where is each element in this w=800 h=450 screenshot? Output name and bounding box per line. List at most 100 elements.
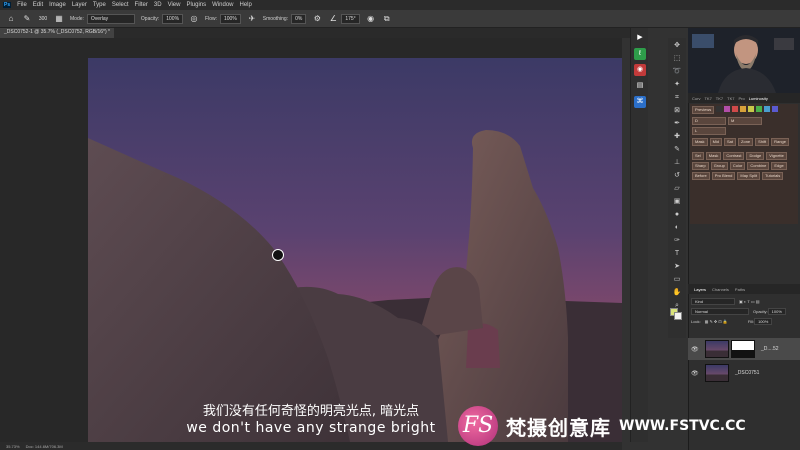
frame-tool-icon[interactable]: ⊠ xyxy=(672,106,682,116)
vignette-button[interactable]: Vignette xyxy=(766,152,787,160)
document-tab[interactable]: _DSC0752-1 @ 35.7% (_DSC0752, RGB/16*) * xyxy=(0,28,114,38)
play-icon[interactable]: ▶ xyxy=(634,32,646,44)
blur-icon[interactable]: ● xyxy=(672,210,682,220)
rectangle-tool-icon[interactable]: ▭ xyxy=(672,275,682,285)
edge-button[interactable]: Edge xyxy=(771,162,787,170)
history-icon[interactable]: ▤ xyxy=(634,80,646,92)
tab-luminosity[interactable]: Luminosity xyxy=(749,96,768,101)
menu-image[interactable]: Image xyxy=(49,2,66,8)
mode-select[interactable]: Overlay xyxy=(86,13,135,24)
previews-button[interactable]: Previews xyxy=(692,106,715,114)
menu-plugins[interactable]: Plugins xyxy=(186,2,206,8)
stamp-icon[interactable]: ⊥ xyxy=(672,158,682,168)
tab-layers[interactable]: Layers xyxy=(694,287,706,292)
color-swatches[interactable] xyxy=(670,308,682,320)
tab-channels[interactable]: Channels xyxy=(712,287,729,292)
layer-fill-field[interactable]: 100% xyxy=(754,317,773,325)
menu-filter[interactable]: Filter xyxy=(135,2,148,8)
tab-tk7-b[interactable]: TK7 xyxy=(716,96,723,101)
mask-button[interactable]: Mask xyxy=(692,138,708,146)
eraser-icon[interactable]: ▱ xyxy=(672,184,682,194)
menu-file[interactable]: File xyxy=(17,2,27,8)
lasso-tool-icon[interactable]: ➰ xyxy=(672,67,682,77)
brush-icon[interactable]: ✎ xyxy=(672,145,682,155)
layer-mask-thumbnail[interactable] xyxy=(731,340,755,358)
brush-size-preset[interactable]: 300 xyxy=(38,14,48,24)
lights-button[interactable]: L xyxy=(692,127,726,135)
tab-tk7-c[interactable]: TK7 xyxy=(727,96,734,101)
eyedropper-icon[interactable]: ✒ xyxy=(672,119,682,129)
angle-field[interactable]: 175° xyxy=(341,13,360,24)
layer-row[interactable]: 👁 _DSC0751 xyxy=(688,362,800,384)
swatch-dark[interactable] xyxy=(716,106,723,112)
crop-tool-icon[interactable]: ⌗ xyxy=(672,93,682,103)
menu-view[interactable]: View xyxy=(168,2,181,8)
pressure-size-icon[interactable]: ◉ xyxy=(366,14,376,24)
group-button[interactable]: Group xyxy=(710,162,728,170)
pro-blend-button[interactable]: Pro Blend xyxy=(711,172,736,180)
tab-paths[interactable]: Paths xyxy=(735,287,745,292)
path-select-icon[interactable]: ➤ xyxy=(672,262,682,272)
shift-button[interactable]: Shift xyxy=(755,138,770,146)
before-button[interactable]: Before xyxy=(692,172,710,180)
mids-button[interactable]: M xyxy=(728,117,762,125)
combine-button[interactable]: Combine xyxy=(747,162,770,170)
healing-brush-icon[interactable]: ✚ xyxy=(672,132,682,142)
angle-icon[interactable]: ∠ xyxy=(328,14,338,24)
quick-select-icon[interactable]: ✦ xyxy=(672,80,682,90)
home-icon[interactable]: ⌂ xyxy=(6,14,16,24)
swatch-yellow[interactable] xyxy=(748,106,755,112)
flow-field[interactable]: 100% xyxy=(220,13,241,24)
visibility-eye-icon[interactable]: 👁 xyxy=(691,346,701,353)
darks-button[interactable]: D xyxy=(692,117,726,125)
range-button[interactable]: Range xyxy=(771,138,789,146)
menu-select[interactable]: Select xyxy=(112,2,129,8)
swatch-cyan[interactable] xyxy=(764,106,771,112)
tab-pro[interactable]: Pro xyxy=(738,96,744,101)
airbrush-icon[interactable]: ✈ xyxy=(247,14,257,24)
brush-tool-icon[interactable]: ✎ xyxy=(22,14,32,24)
extension-red-icon[interactable]: ◉ xyxy=(634,64,646,76)
kind-filter[interactable]: Kind xyxy=(691,297,735,305)
tab-tk7-a[interactable]: TK7 xyxy=(704,96,711,101)
background-color[interactable] xyxy=(674,312,682,320)
menu-3d[interactable]: 3D xyxy=(154,2,162,8)
tutorials-button[interactable]: Tutorials xyxy=(762,172,784,180)
pen-icon[interactable]: ✑ xyxy=(672,236,682,246)
visibility-eye-icon[interactable]: 👁 xyxy=(691,370,701,377)
gear-icon[interactable]: ⚙ xyxy=(312,14,322,24)
blend-mode-select[interactable]: Normal xyxy=(691,307,749,315)
contrast-button[interactable]: Contrast xyxy=(723,152,745,160)
swatch-green[interactable] xyxy=(756,106,763,112)
menu-edit[interactable]: Edit xyxy=(33,2,43,8)
menu-help[interactable]: Help xyxy=(240,2,252,8)
menu-type[interactable]: Type xyxy=(93,2,106,8)
sat-button[interactable]: Sat xyxy=(724,138,737,146)
dodge-icon[interactable]: ◐ xyxy=(672,223,682,233)
zoom-level[interactable]: 35.73% xyxy=(6,444,20,449)
mask2-button[interactable]: Mask xyxy=(705,152,722,160)
hand-tool-icon[interactable]: ✋ xyxy=(672,288,682,298)
symmetry-icon[interactable]: ⧉ xyxy=(382,14,392,24)
zone-button[interactable]: Zone xyxy=(738,138,754,146)
type-tool-icon[interactable]: T xyxy=(672,249,682,259)
history-brush-icon[interactable]: ↺ xyxy=(672,171,682,181)
swatch-blue[interactable] xyxy=(772,106,779,112)
marquee-tool-icon[interactable]: ⬚ xyxy=(672,54,682,64)
smoothing-field[interactable]: 0% xyxy=(291,13,307,24)
brush-settings-icon[interactable]: ▦ xyxy=(54,14,64,24)
lock-icons[interactable]: ▦ ✎ ✥ ⊡ 🔒 xyxy=(705,319,728,324)
extension-blue-icon[interactable]: ⌘ xyxy=(634,96,646,108)
move-tool-icon[interactable]: ✥ xyxy=(672,41,682,51)
gradient-icon[interactable]: ▣ xyxy=(672,197,682,207)
tab-curves[interactable]: Curv xyxy=(692,96,700,101)
swatch-orange[interactable] xyxy=(740,106,747,112)
menu-layer[interactable]: Layer xyxy=(72,2,87,8)
layer-row[interactable]: 👁 _D....52 xyxy=(688,338,800,360)
menu-window[interactable]: Window xyxy=(212,2,233,8)
sel-button[interactable]: Sel xyxy=(692,152,704,160)
dodge-button[interactable]: Dodge xyxy=(746,152,765,160)
extension-green-icon[interactable]: ℓ xyxy=(634,48,646,60)
mid-button[interactable]: Mid xyxy=(709,138,723,146)
opacity-field[interactable]: 100% xyxy=(162,13,184,24)
